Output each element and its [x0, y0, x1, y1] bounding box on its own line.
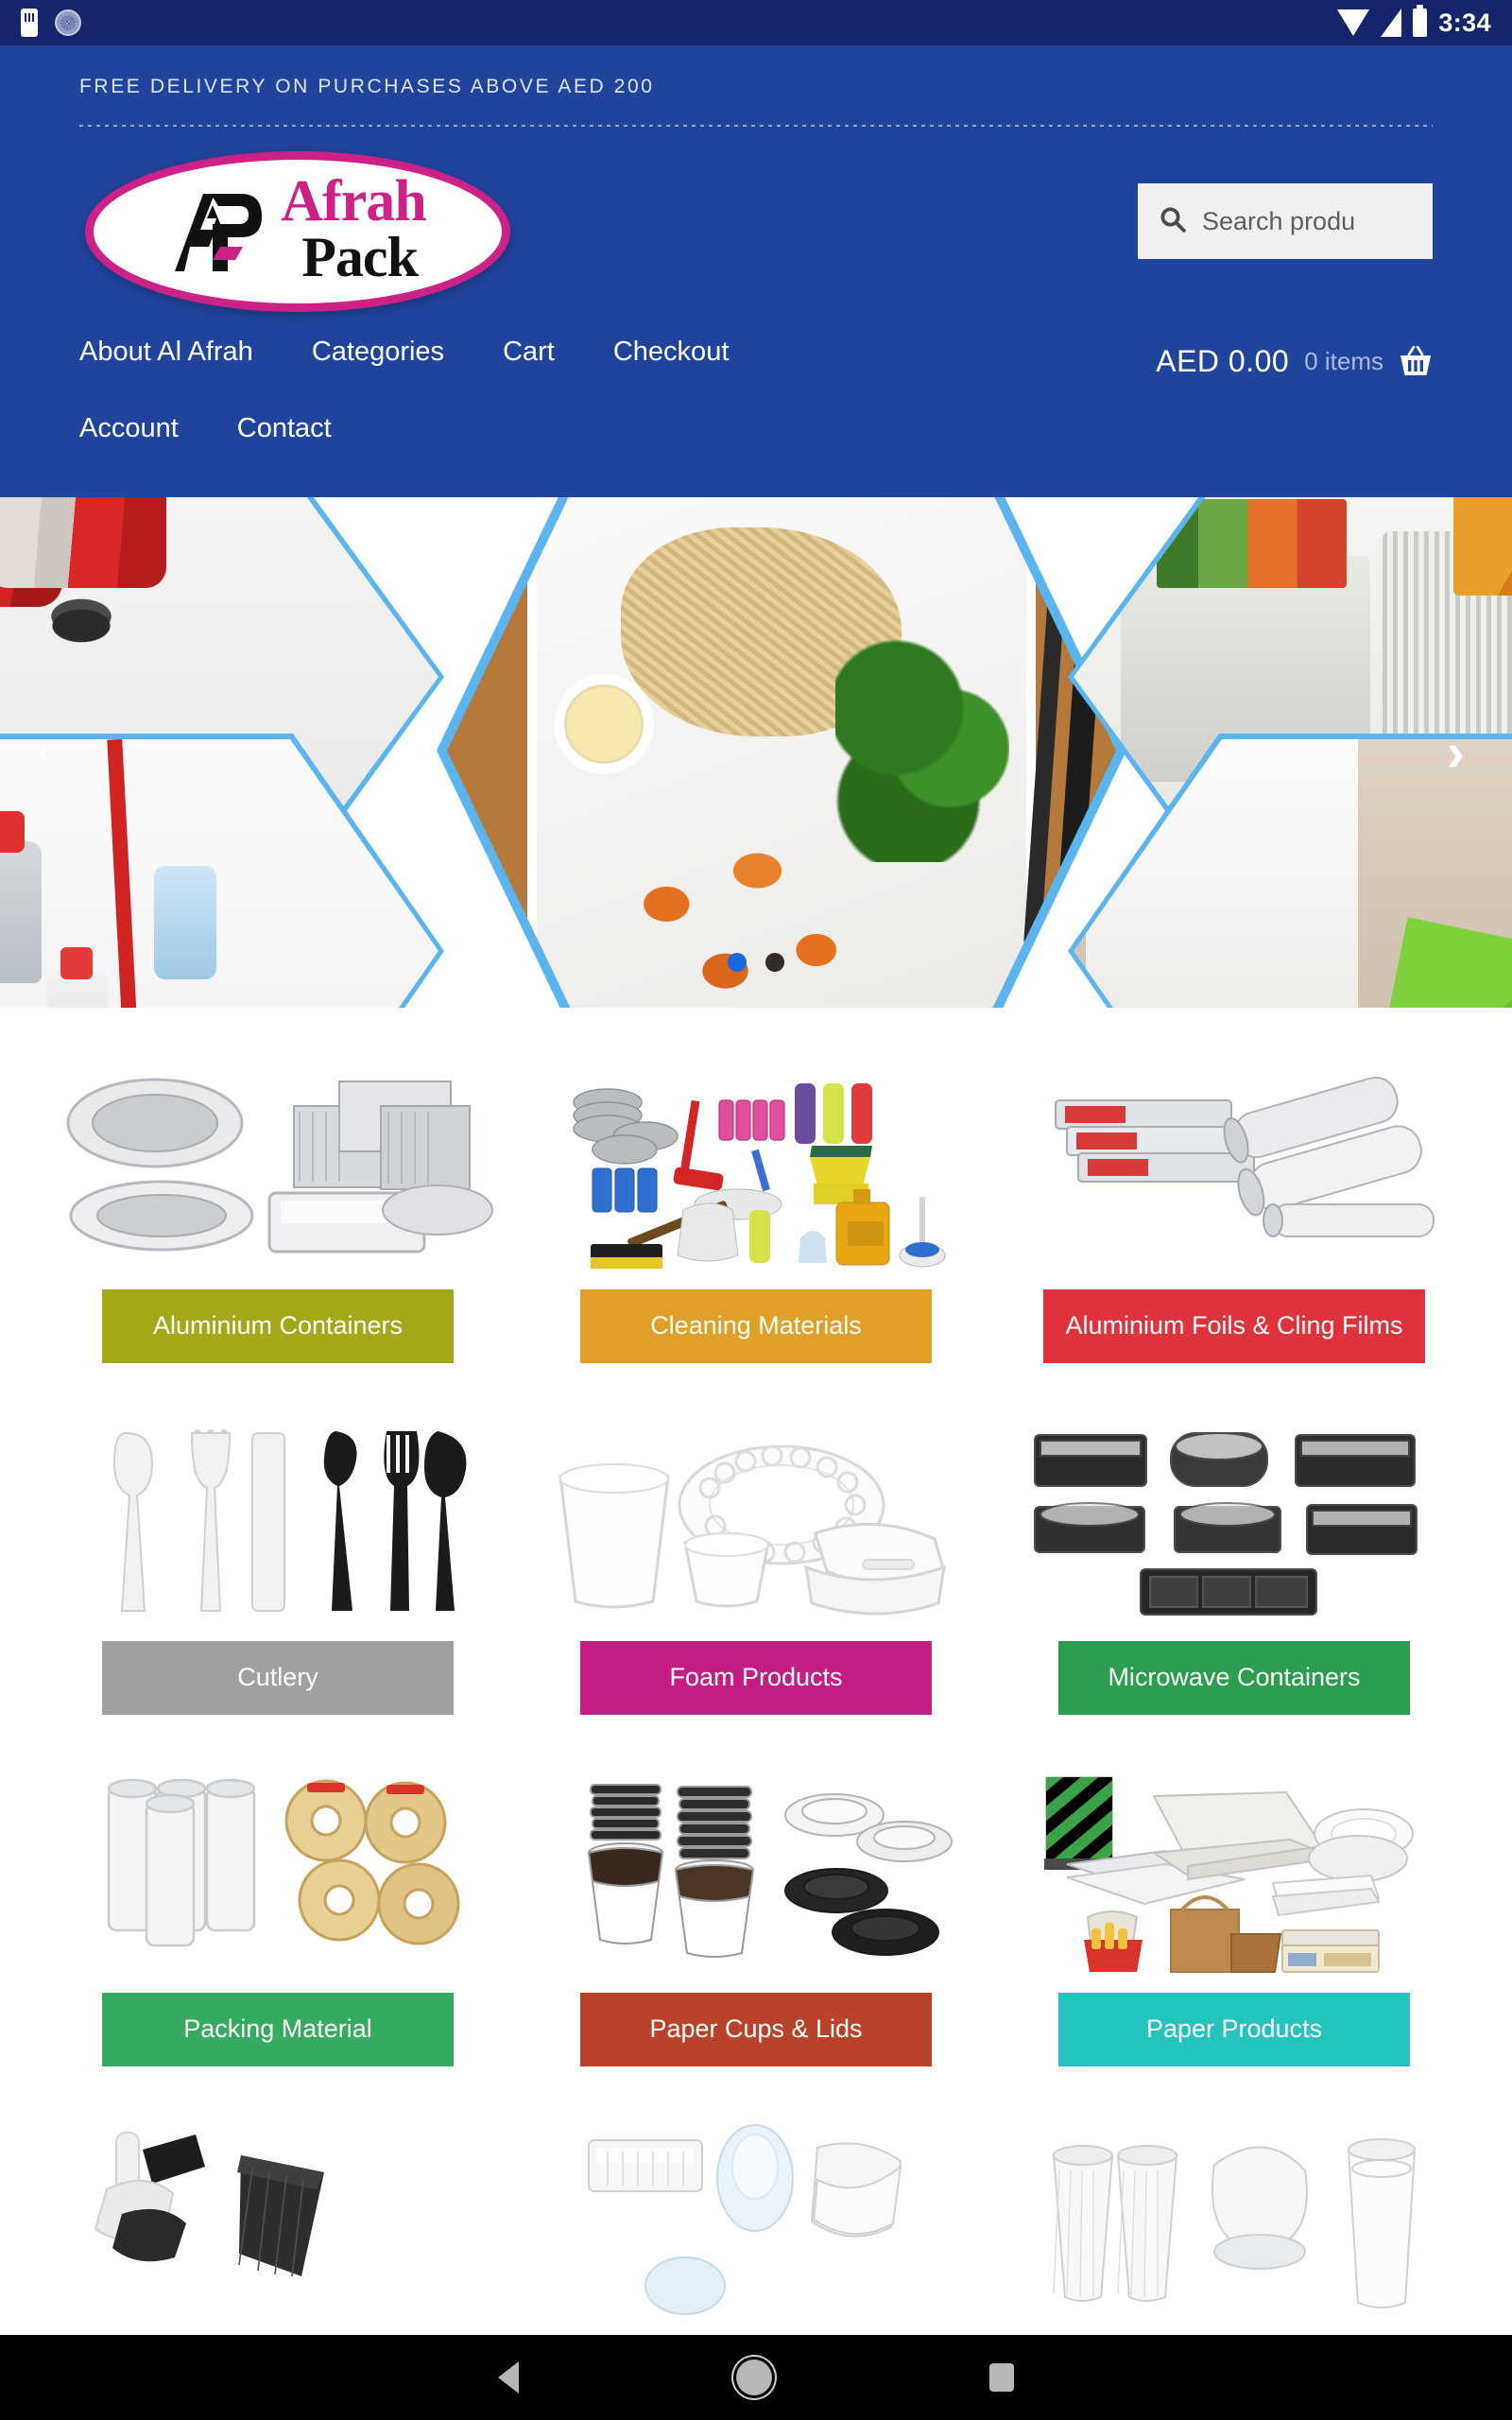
- nav-item-about-al-afrah[interactable]: About Al Afrah: [79, 337, 253, 368]
- search-area: [1138, 183, 1433, 259]
- garbage-bags-image: [43, 2116, 513, 2333]
- nav-item-checkout[interactable]: Checkout: [613, 337, 730, 368]
- aluminium-containers-image: [43, 1061, 513, 1278]
- shopping-basket-icon[interactable]: [1399, 345, 1433, 378]
- category-label-cleaning-materials[interactable]: Cleaning Materials: [580, 1289, 932, 1363]
- search-box[interactable]: [1138, 183, 1433, 259]
- category-card-plastic-cups[interactable]: [999, 2116, 1469, 2333]
- android-navigation-bar: [0, 2335, 1512, 2420]
- paper-products-image: [999, 1764, 1469, 1981]
- nav-item-contact[interactable]: Contact: [237, 413, 332, 444]
- signal-icon: [1381, 9, 1402, 37]
- category-card-microwave-containers[interactable]: Microwave Containers: [999, 1412, 1469, 1715]
- microwave-containers-image: [999, 1412, 1469, 1630]
- cart-item-count: 0 items: [1304, 347, 1383, 375]
- sim-card-icon: [21, 9, 38, 37]
- carousel-tile-meal-container: [437, 497, 1126, 1008]
- home-button-icon[interactable]: [736, 2360, 772, 2395]
- android-status-bar: 3:34: [0, 0, 1512, 45]
- site-header: FREE DELIVERY ON PURCHASES ABOVE AED 200…: [0, 45, 1512, 497]
- ap-monogram-icon: [169, 181, 267, 279]
- promo-banner-text: FREE DELIVERY ON PURCHASES ABOVE AED 200: [79, 76, 655, 97]
- battery-icon: [1413, 5, 1428, 37]
- category-label-aluminium-foils-cling-films[interactable]: Aluminium Foils & Cling Films: [1043, 1289, 1425, 1363]
- category-card-aluminium-foils-cling-films[interactable]: Aluminium Foils & Cling Films: [999, 1061, 1469, 1363]
- category-grid: Aluminium Containers Cleaning Materials …: [0, 1061, 1512, 2333]
- category-card-foam-products[interactable]: Foam Products: [521, 1412, 991, 1715]
- hex-collage: [0, 497, 1512, 1008]
- category-label-foam-products[interactable]: Foam Products: [580, 1641, 932, 1715]
- clock-face-icon: [55, 9, 81, 36]
- foam-products-image: [521, 1412, 991, 1630]
- category-card-cleaning-materials[interactable]: Cleaning Materials: [521, 1061, 991, 1363]
- carousel-dots: [728, 953, 784, 972]
- cutlery-image: [43, 1412, 513, 1630]
- header-main-row: Afrah Pack: [0, 127, 1512, 312]
- recents-button-icon[interactable]: [989, 2363, 1014, 2392]
- site-logo[interactable]: Afrah Pack: [85, 151, 510, 312]
- category-card-garbage-bags[interactable]: [43, 2116, 513, 2333]
- category-grid-section: Aluminium Containers Cleaning Materials …: [0, 1008, 1512, 2333]
- search-input[interactable]: [1202, 206, 1400, 236]
- cleaning-materials-image: [521, 1061, 991, 1278]
- logo-word-afrah: Afrah: [281, 169, 426, 234]
- status-bar-clock: 3:34: [1438, 8, 1491, 37]
- nav-item-cart[interactable]: Cart: [503, 337, 555, 368]
- category-card-paper-products[interactable]: Paper Products: [999, 1764, 1469, 2066]
- carousel-prev-arrow[interactable]: ‹: [38, 732, 50, 774]
- back-button-icon[interactable]: [498, 2361, 519, 2394]
- category-card-cutlery[interactable]: Cutlery: [43, 1412, 513, 1715]
- cart-summary[interactable]: AED 0.00 0 items: [1156, 344, 1433, 379]
- category-label-aluminium-containers[interactable]: Aluminium Containers: [102, 1289, 454, 1363]
- nav-item-account[interactable]: Account: [79, 413, 179, 444]
- logo-word-pack: Pack: [301, 225, 419, 288]
- plastic-containers-image: [521, 2116, 991, 2333]
- carousel-tile-cling-film: [1068, 734, 1512, 1008]
- category-card-aluminium-containers[interactable]: Aluminium Containers: [43, 1061, 513, 1363]
- category-label-paper-products[interactable]: Paper Products: [1058, 1993, 1410, 2066]
- category-label-microwave-containers[interactable]: Microwave Containers: [1058, 1641, 1410, 1715]
- category-label-cutlery[interactable]: Cutlery: [102, 1641, 454, 1715]
- nav-item-categories[interactable]: Categories: [312, 337, 444, 368]
- aluminium-foils-cling-films-image: [999, 1061, 1469, 1278]
- paper-cups-lids-image: [521, 1764, 991, 1981]
- hero-carousel[interactable]: ‹ ›: [0, 497, 1512, 1008]
- carousel-next-arrow[interactable]: ›: [1447, 721, 1465, 785]
- plastic-cups-image: [999, 2116, 1469, 2333]
- carousel-tile-cleaning-supplies: [0, 734, 444, 1008]
- carousel-dot-1[interactable]: [728, 953, 747, 972]
- status-bar-left-icons: [21, 9, 81, 37]
- category-label-paper-cups-lids[interactable]: Paper Cups & Lids: [580, 1993, 932, 2066]
- category-label-packing-material[interactable]: Packing Material: [102, 1993, 454, 2066]
- status-bar-right-icons: 3:34: [1337, 5, 1491, 38]
- nav-links: About Al Afrah Categories Cart Checkout …: [79, 337, 930, 444]
- category-card-packing-material[interactable]: Packing Material: [43, 1764, 513, 2066]
- cart-total-amount: AED 0.00: [1156, 344, 1290, 378]
- category-card-plastic-containers[interactable]: [521, 2116, 991, 2333]
- wifi-icon: [1337, 9, 1370, 36]
- category-card-paper-cups-lids[interactable]: Paper Cups & Lids: [521, 1764, 991, 2066]
- carousel-dot-2[interactable]: [765, 953, 784, 972]
- search-icon: [1159, 205, 1187, 238]
- packing-material-image: [43, 1764, 513, 1981]
- main-navigation: About Al Afrah Categories Cart Checkout …: [0, 312, 1512, 444]
- grid-row-spacer: [43, 1363, 513, 1412]
